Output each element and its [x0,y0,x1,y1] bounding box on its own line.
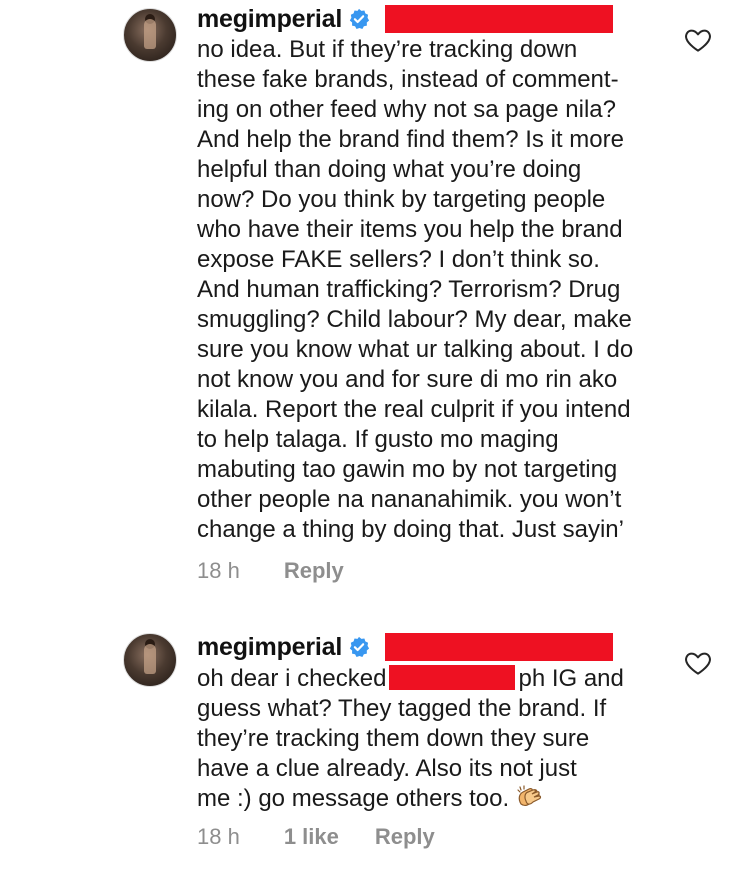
reply-button[interactable]: Reply [375,824,435,850]
username[interactable]: megimperial [197,633,342,662]
comment-text-line: have a clue already. Also its not just [197,755,577,782]
comment-text-segment: me :) go message others too. [197,785,510,812]
verified-badge-icon [348,636,370,658]
comment-text-line: oh dear i checked ph IG and [197,664,624,694]
comment-text-line: me :) go message others too. [197,784,624,814]
comment-timestamp: 18 h [197,824,240,849]
comment-meta: 18 h 1 like Reply [197,822,435,852]
avatar[interactable] [123,633,177,687]
redacted-mention [389,665,516,690]
comment-text-segment: oh dear i checked [197,665,387,692]
comment-text-line: guess what? They tagged the brand. If [197,695,607,722]
comment-text: oh dear i checked ph IG and guess what? T… [197,664,624,814]
likes-count-link[interactable]: 1 like [284,824,339,850]
comment-item: megimperial oh dear i checked ph IG and g… [0,0,750,872]
clapping-hands-emoji-icon [515,784,545,810]
comment-text-line: they’re tracking them down they sure [197,725,590,752]
comment-text-segment: ph IG and [518,665,624,692]
comment-header: megimperial [197,632,614,662]
heart-outline-icon[interactable] [683,648,713,678]
redacted-handle [385,633,614,661]
avatar-figure [144,644,156,674]
